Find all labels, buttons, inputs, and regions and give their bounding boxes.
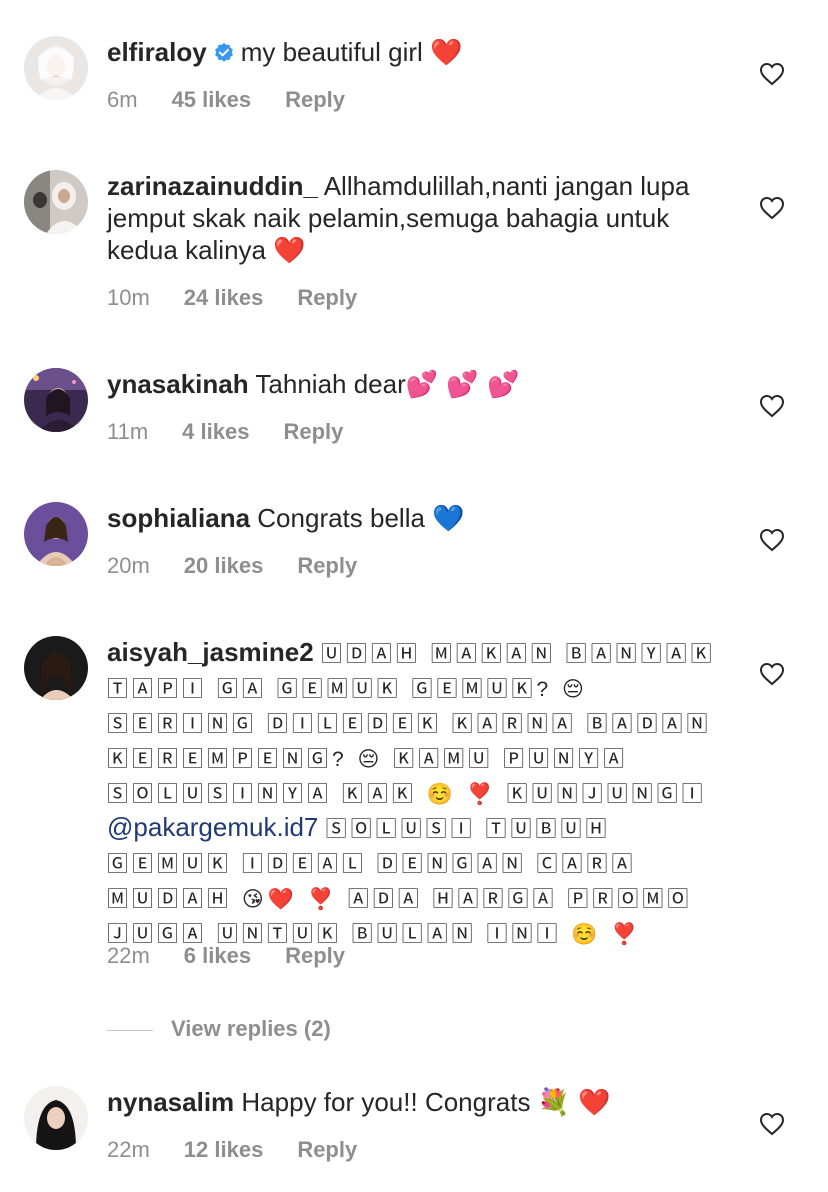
divider (107, 1029, 153, 1031)
username[interactable]: sophialiana (107, 503, 250, 533)
likes-count[interactable]: 4 likes (182, 419, 249, 445)
username[interactable]: ynasakinah (107, 369, 249, 399)
mention-link[interactable]: @pakargemuk.id7 (107, 812, 318, 842)
avatar[interactable] (24, 170, 88, 234)
like-heart-icon[interactable] (759, 394, 785, 418)
comment-meta: 22m 12 likes Reply (107, 1137, 357, 1163)
comment-text: Happy for you!! Congrats (241, 1087, 531, 1117)
avatar[interactable] (24, 368, 88, 432)
timestamp: 22m (107, 1137, 150, 1162)
reply-button[interactable]: Reply (285, 943, 345, 969)
likes-count[interactable]: 45 likes (172, 87, 252, 113)
like-heart-icon[interactable] (759, 528, 785, 552)
emoji: ❤️ (273, 236, 306, 266)
comment-meta: 10m 24 likes Reply (107, 285, 357, 311)
like-heart-icon[interactable] (759, 62, 785, 86)
timestamp: 11m (107, 419, 149, 444)
reply-button[interactable]: Reply (283, 419, 343, 445)
username[interactable]: nynasalim (107, 1087, 234, 1117)
view-replies-button[interactable]: View replies (2) (107, 1016, 331, 1042)
timestamp: 22m (107, 943, 150, 968)
reply-button[interactable]: Reply (297, 553, 357, 579)
username[interactable]: elfiraloy (107, 37, 207, 67)
emoji: 💕 💕 💕 (405, 370, 520, 400)
likes-count[interactable]: 12 likes (184, 1137, 264, 1163)
comment-text: Tahniah dear (255, 369, 406, 399)
timestamp: 10m (107, 285, 150, 310)
username[interactable]: aisyah_jasmine2 (107, 637, 314, 667)
comment-body: aisyah_jasmine2 🅄🄳🄰🄷 🄼🄰🄺🄰🄽 🄱🄰🄽🅈🄰🄺 🅃🄰🄿🄸 🄶… (107, 636, 740, 951)
likes-count[interactable]: 20 likes (184, 553, 264, 579)
comment-meta: 22m 6 likes Reply (107, 943, 345, 969)
emoji: 💐 ❤️ (537, 1088, 611, 1118)
timestamp: 20m (107, 553, 150, 578)
avatar[interactable] (24, 1086, 88, 1150)
comment-body: sophialiana Congrats bella 💙 (107, 502, 740, 535)
like-heart-icon[interactable] (759, 196, 785, 220)
like-heart-icon[interactable] (759, 1112, 785, 1136)
comment-meta: 20m 20 likes Reply (107, 553, 357, 579)
username[interactable]: zarinazainuddin_ (107, 171, 318, 201)
comment-body: ynasakinah Tahniah dear💕 💕 💕 (107, 368, 740, 401)
reply-button[interactable]: Reply (285, 87, 345, 113)
likes-count[interactable]: 24 likes (184, 285, 264, 311)
comment-body: nynasalim Happy for you!! Congrats 💐 ❤️ (107, 1086, 740, 1119)
comment-body: elfiraloy my beautiful girl ❤️ (107, 36, 740, 69)
emoji: ❤️ (430, 38, 463, 68)
emoji: 💙 (432, 504, 465, 534)
comment-text: Congrats bella (257, 503, 425, 533)
comment-body: zarinazainuddin_ Allhamdulillah,nanti ja… (107, 170, 740, 267)
verified-badge-icon (214, 42, 233, 62)
reply-button[interactable]: Reply (297, 1137, 357, 1163)
comment-meta: 11m 4 likes Reply (107, 419, 343, 445)
timestamp: 6m (107, 87, 138, 112)
reply-button[interactable]: Reply (297, 285, 357, 311)
avatar[interactable] (24, 502, 88, 566)
likes-count[interactable]: 6 likes (184, 943, 251, 969)
comment-text: 🅄🄳🄰🄷 🄼🄰🄺🄰🄽 🄱🄰🄽🅈🄰🄺 🅃🄰🄿🄸 🄶🄰 🄶🄴🄼🅄🄺 🄶🄴🄼🅄🄺? 😔… (107, 643, 716, 806)
comment-text: my beautiful girl (240, 37, 423, 67)
comment-meta: 6m 45 likes Reply (107, 87, 345, 113)
like-heart-icon[interactable] (759, 662, 785, 686)
avatar[interactable] (24, 36, 88, 100)
view-replies-label: View replies (2) (171, 1016, 331, 1041)
avatar[interactable] (24, 636, 88, 700)
